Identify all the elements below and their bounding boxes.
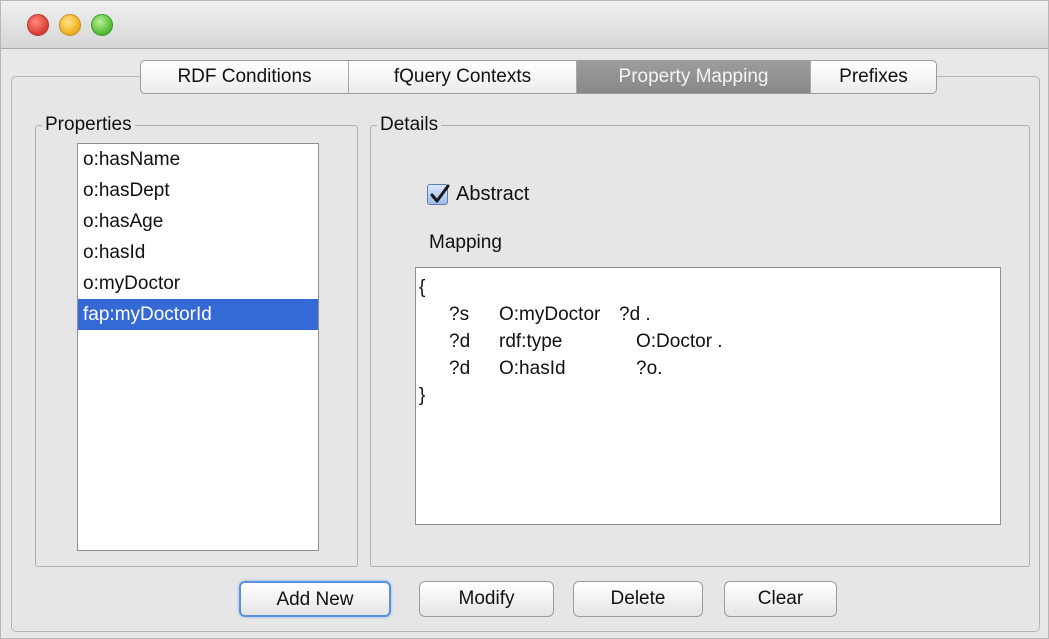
tab-bar: RDF Conditions fQuery Contexts Property … (140, 60, 937, 94)
mapping-line: } (419, 382, 997, 409)
tab-property-mapping[interactable]: Property Mapping (577, 61, 811, 93)
mapping-predicate: rdf:type (499, 331, 563, 352)
app-window: RDF Conditions fQuery Contexts Property … (0, 0, 1049, 639)
close-window-button[interactable] (27, 14, 49, 36)
list-item[interactable]: o:hasDept (78, 175, 318, 206)
list-item[interactable]: o:hasName (78, 144, 318, 175)
checkbox-box[interactable] (427, 184, 450, 205)
list-item-selected[interactable]: fap:myDoctorId (78, 299, 318, 330)
mapping-object: ?d . (619, 304, 651, 325)
minimize-window-button[interactable] (59, 14, 81, 36)
abstract-label: Abstract (456, 183, 530, 205)
mapping-object: O:Doctor . (636, 331, 723, 352)
details-group-title: Details (377, 114, 442, 136)
abstract-checkbox[interactable]: Abstract (427, 183, 529, 206)
mapping-subject: ?s (449, 304, 470, 325)
add-new-button[interactable]: Add New (239, 581, 391, 617)
checkmark-icon (430, 184, 450, 203)
mapping-line: ?d rdf:type O:Doctor . (419, 328, 997, 355)
title-bar (1, 1, 1048, 49)
mapping-predicate: O:myDoctor (499, 304, 601, 325)
mapping-predicate: O:hasId (499, 358, 566, 379)
tab-rdf-conditions[interactable]: RDF Conditions (141, 61, 349, 93)
mapping-label: Mapping (429, 232, 502, 253)
mapping-textarea[interactable]: { ?s O:myDoctor ?d . ?d rdf:type O:Docto… (415, 267, 1001, 525)
list-item[interactable]: o:hasId (78, 237, 318, 268)
properties-list[interactable]: o:hasName o:hasDept o:hasAge o:hasId o:m… (77, 143, 319, 551)
mapping-object: ?o. (636, 358, 663, 379)
mapping-line: ?d O:hasId ?o. (419, 355, 997, 382)
properties-group-title: Properties (42, 114, 135, 136)
list-item[interactable]: o:hasAge (78, 206, 318, 237)
mapping-token: } (419, 385, 426, 406)
tab-fquery-contexts[interactable]: fQuery Contexts (349, 61, 577, 93)
delete-button[interactable]: Delete (573, 581, 703, 617)
list-item[interactable]: o:myDoctor (78, 268, 318, 299)
mapping-token: { (419, 277, 426, 298)
mapping-subject: ?d (449, 358, 471, 379)
zoom-window-button[interactable] (91, 14, 113, 36)
clear-button[interactable]: Clear (724, 581, 837, 617)
mapping-subject: ?d (449, 331, 471, 352)
tab-prefixes[interactable]: Prefixes (811, 61, 936, 93)
mapping-line: { (419, 274, 997, 301)
modify-button[interactable]: Modify (419, 581, 554, 617)
mapping-line: ?s O:myDoctor ?d . (419, 301, 997, 328)
